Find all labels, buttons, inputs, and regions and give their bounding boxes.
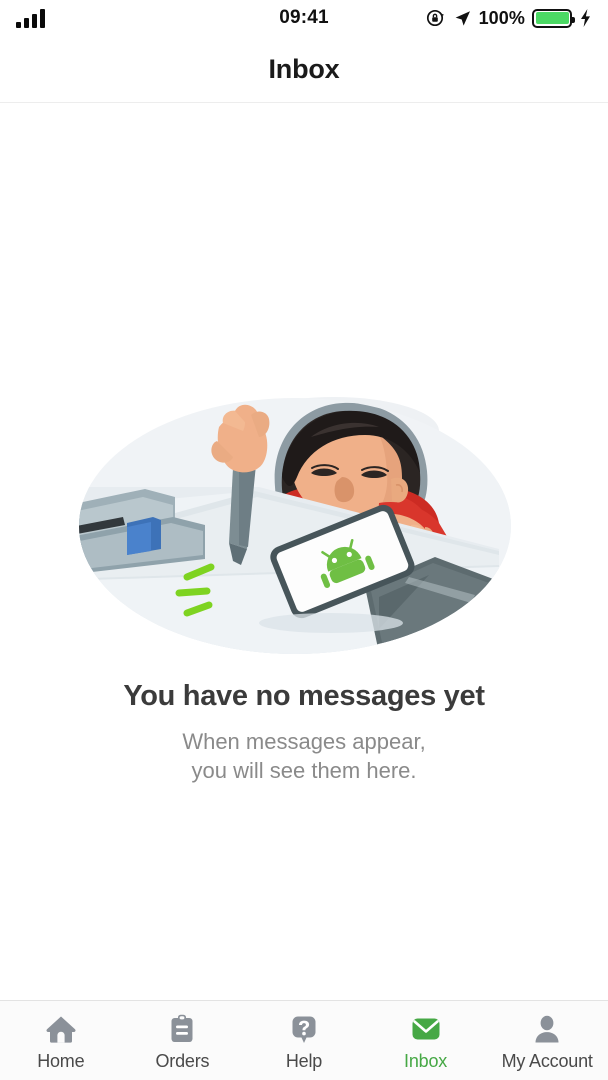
battery-percent-label: 100% (478, 7, 525, 28)
empty-state-subtitle: When messages appear, you will see them … (182, 727, 425, 785)
page-header: Inbox (0, 36, 608, 103)
rotation-lock-icon (426, 9, 444, 27)
tab-home-label: Home (37, 1051, 85, 1071)
empty-state-subtitle-line1: When messages appear, (182, 729, 426, 754)
tab-help[interactable]: Help (243, 1001, 365, 1080)
inbox-empty-state: You have no messages yet When messages a… (0, 103, 608, 1000)
tab-orders[interactable]: Orders (122, 1001, 244, 1080)
boy-poking-phone-with-stylus-illustration (79, 391, 529, 656)
status-bar: 09:41 100% (0, 0, 608, 36)
tab-home[interactable]: Home (0, 1001, 122, 1080)
home-icon (46, 1016, 76, 1043)
lightning-bolt-icon (581, 9, 590, 27)
tab-orders-label: Orders (155, 1051, 210, 1071)
page-title: Inbox (268, 53, 340, 84)
tab-inbox-label: Inbox (404, 1051, 448, 1071)
tab-inbox[interactable]: Inbox (365, 1001, 487, 1080)
empty-state-subtitle-line2: you will see them here. (191, 758, 417, 784)
tab-my-account-label: My Account (501, 1051, 593, 1071)
person-icon (535, 1015, 559, 1043)
status-bar-right-group: 100% (426, 8, 592, 29)
tab-help-label: Help (285, 1051, 323, 1071)
bottom-navigation-bar: Home Orders Help Inbox My Account (0, 1000, 608, 1080)
app-screen: 09:41 100% Inbox You have no messages ye… (0, 0, 608, 1080)
empty-state-title: You have no messages yet (123, 680, 485, 712)
question-bubble-icon (292, 1016, 316, 1043)
location-arrow-icon (455, 10, 470, 26)
clipboard-icon (171, 1014, 193, 1042)
envelope-icon (412, 1018, 440, 1040)
battery-icon (532, 8, 575, 28)
tab-my-account[interactable]: My Account (486, 1001, 608, 1080)
